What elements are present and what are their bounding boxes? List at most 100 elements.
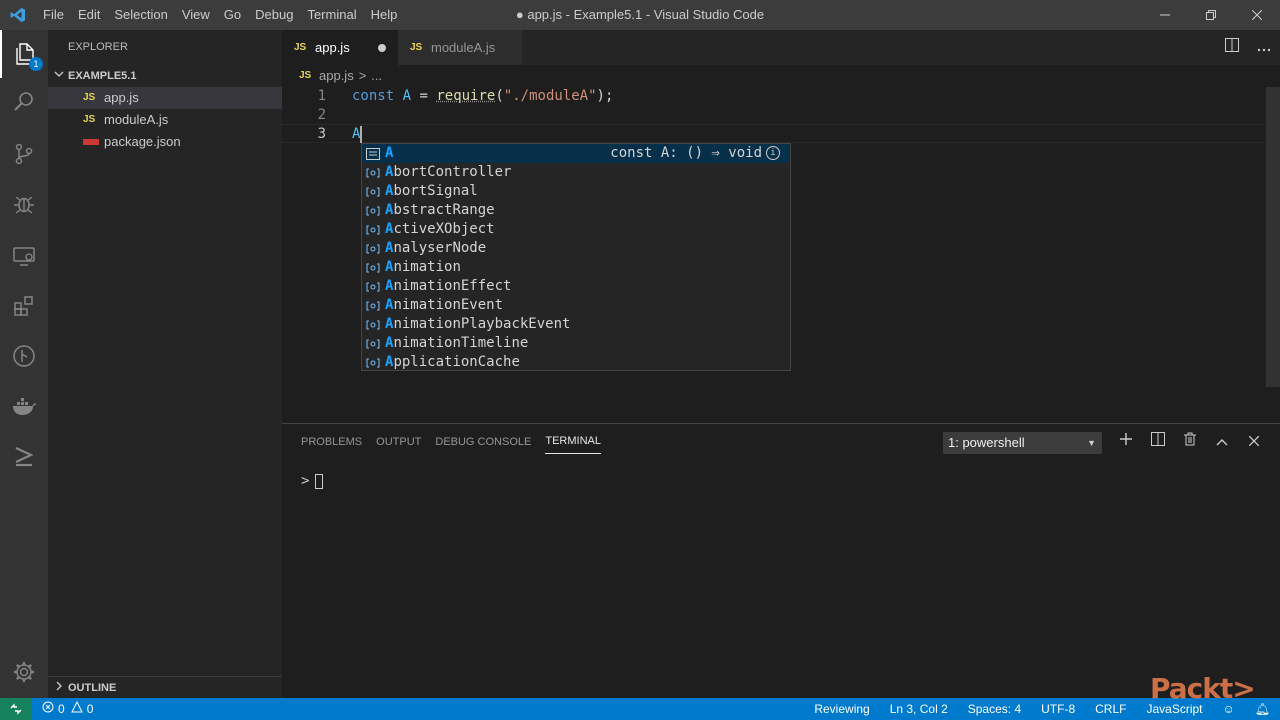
keyword-const: const bbox=[352, 88, 395, 104]
info-icon[interactable]: i bbox=[766, 146, 780, 160]
search-icon[interactable] bbox=[0, 78, 48, 126]
more-actions-icon[interactable] bbox=[1248, 39, 1280, 57]
js-file-icon: JS bbox=[299, 70, 312, 81]
split-editor-icon[interactable] bbox=[1216, 38, 1248, 57]
class-icon bbox=[365, 299, 381, 313]
notifications-bell-icon[interactable]: 🔔︎ bbox=[1255, 698, 1270, 720]
suggestion-rest: pplicationCache bbox=[393, 354, 520, 370]
tab-output[interactable]: OUTPUT bbox=[376, 430, 421, 454]
class-icon bbox=[365, 204, 381, 218]
close-panel-icon[interactable] bbox=[1238, 433, 1270, 451]
chevron-down-icon: ▼ bbox=[1087, 438, 1096, 448]
class-icon bbox=[365, 356, 381, 370]
suggestion-item[interactable]: AnalyserNode bbox=[362, 239, 790, 258]
suggestion-item[interactable]: AnimationPlaybackEvent bbox=[362, 315, 790, 334]
variable-icon bbox=[365, 147, 381, 161]
npm-file-icon bbox=[83, 131, 104, 153]
terminal-select[interactable]: 1: powershell ▼ bbox=[943, 432, 1102, 454]
editor-scrollbar[interactable] bbox=[1266, 87, 1280, 387]
prompt-symbol: > bbox=[301, 473, 310, 489]
suggestion-item[interactable]: AbortController bbox=[362, 163, 790, 182]
class-icon bbox=[365, 261, 381, 275]
suggestion-rest: nimationTimeline bbox=[393, 335, 529, 351]
menu-help[interactable]: Help bbox=[364, 0, 405, 30]
remote-indicator-icon[interactable] bbox=[0, 698, 32, 720]
paren-close: ); bbox=[596, 88, 614, 104]
file-modulea-js[interactable]: JS moduleA.js bbox=[48, 109, 282, 131]
suggestion-item[interactable]: AnimationEvent bbox=[362, 296, 790, 315]
outline-section[interactable]: OUTLINE bbox=[48, 676, 282, 698]
settings-gear-icon[interactable] bbox=[0, 648, 48, 696]
status-line-ending[interactable]: CRLF bbox=[1095, 698, 1126, 720]
minimize-icon[interactable] bbox=[1142, 0, 1188, 30]
suggestion-rest: bortController bbox=[393, 164, 512, 180]
maximize-panel-icon[interactable] bbox=[1206, 433, 1238, 451]
breadcrumb-more[interactable]: ... bbox=[371, 65, 382, 87]
menu-edit[interactable]: Edit bbox=[71, 0, 107, 30]
remote-explorer-icon[interactable] bbox=[0, 232, 48, 280]
tab-terminal[interactable]: TERMINAL bbox=[545, 429, 601, 454]
problems-indicator[interactable]: 0 0 bbox=[42, 698, 93, 720]
suggestion-match: A bbox=[385, 335, 394, 351]
terminal-prompt[interactable]: > bbox=[301, 473, 324, 489]
suggestion-item[interactable]: A const A: () ⇒ void i bbox=[362, 144, 790, 163]
close-window-icon[interactable] bbox=[1234, 0, 1280, 30]
status-reviewing[interactable]: Reviewing bbox=[814, 698, 869, 720]
git-graph-icon[interactable] bbox=[0, 332, 48, 380]
string-literal: "./moduleA" bbox=[503, 88, 597, 104]
suggestion-rest: nimationEffect bbox=[393, 278, 512, 294]
explorer-icon[interactable]: 1 bbox=[0, 30, 48, 78]
docker-icon[interactable] bbox=[0, 382, 48, 430]
class-icon bbox=[365, 318, 381, 332]
suggestion-item[interactable]: ApplicationCache bbox=[362, 353, 790, 372]
tab-modulea-js[interactable]: JS moduleA.js bbox=[398, 30, 522, 65]
menu-selection[interactable]: Selection bbox=[107, 0, 174, 30]
file-name: package.json bbox=[104, 134, 181, 149]
menu-go[interactable]: Go bbox=[217, 0, 248, 30]
suggestion-item[interactable]: AbortSignal bbox=[362, 182, 790, 201]
file-app-js[interactable]: JS app.js bbox=[48, 87, 282, 109]
folder-name: EXAMPLE5.1 bbox=[68, 70, 137, 82]
file-name: app.js bbox=[104, 90, 139, 105]
class-icon bbox=[365, 280, 381, 294]
menu-view[interactable]: View bbox=[175, 0, 217, 30]
suggestion-match: A bbox=[385, 297, 394, 313]
folder-example51[interactable]: EXAMPLE5.1 bbox=[48, 65, 282, 87]
extensions-icon[interactable] bbox=[0, 282, 48, 330]
tab-problems[interactable]: PROBLEMS bbox=[301, 430, 362, 454]
file-package-json[interactable]: package.json bbox=[48, 131, 282, 153]
suggestion-match: A bbox=[385, 278, 394, 294]
suggestion-match: A bbox=[385, 221, 394, 237]
restore-icon[interactable] bbox=[1188, 0, 1234, 30]
suggestion-match: A bbox=[385, 164, 394, 180]
unsaved-dot-icon[interactable] bbox=[378, 43, 386, 52]
new-terminal-icon[interactable] bbox=[1110, 432, 1142, 451]
autocomplete-suggestions: A const A: () ⇒ void i AbortController A… bbox=[361, 143, 791, 371]
vscode-logo-icon bbox=[0, 0, 36, 30]
debug-icon[interactable] bbox=[0, 180, 48, 228]
menu-debug[interactable]: Debug bbox=[248, 0, 300, 30]
suggestion-item[interactable]: AbstractRange bbox=[362, 201, 790, 220]
suggestion-match: A bbox=[385, 145, 394, 161]
suggestion-item[interactable]: AnimationEffect bbox=[362, 277, 790, 296]
source-control-icon[interactable] bbox=[0, 130, 48, 178]
tab-debug-console[interactable]: DEBUG CONSOLE bbox=[435, 430, 531, 454]
status-cursor-position[interactable]: Ln 3, Col 2 bbox=[890, 698, 948, 720]
activity-bar: 1 bbox=[0, 30, 48, 698]
status-encoding[interactable]: UTF-8 bbox=[1041, 698, 1075, 720]
menu-file[interactable]: File bbox=[36, 0, 71, 30]
suggestion-item[interactable]: AnimationTimeline bbox=[362, 334, 790, 353]
trash-icon[interactable] bbox=[1174, 432, 1206, 451]
suggestion-item[interactable]: Animation bbox=[362, 258, 790, 277]
status-indentation[interactable]: Spaces: 4 bbox=[968, 698, 1021, 720]
split-terminal-icon[interactable] bbox=[1142, 432, 1174, 451]
outline-label: OUTLINE bbox=[68, 681, 117, 694]
warning-count: 0 bbox=[86, 702, 94, 716]
tab-app-js[interactable]: JS app.js bbox=[282, 30, 398, 65]
breadcrumb-file[interactable]: app.js bbox=[319, 65, 354, 87]
azure-icon[interactable] bbox=[0, 432, 48, 480]
js-file-icon: JS bbox=[83, 92, 96, 103]
breadcrumb: JS app.js > ... bbox=[282, 65, 1280, 87]
suggestion-item[interactable]: ActiveXObject bbox=[362, 220, 790, 239]
menu-terminal[interactable]: Terminal bbox=[300, 0, 363, 30]
